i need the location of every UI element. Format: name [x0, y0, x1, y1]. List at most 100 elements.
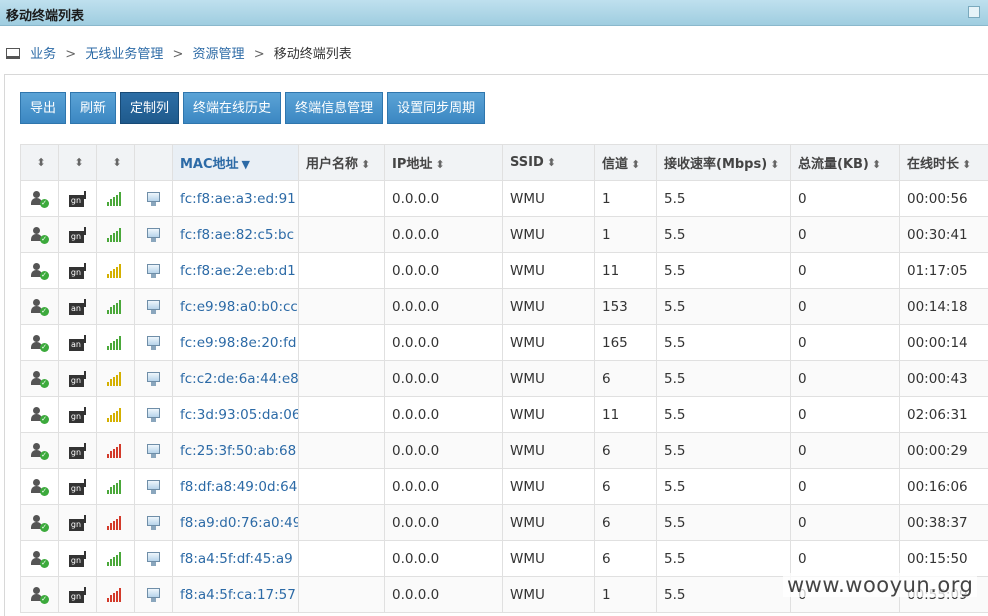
mac-cell[interactable]: fc:e9:98:a0:b0:cc — [172, 288, 299, 325]
mac-cell[interactable]: f8:a4:5f:df:45:a9 — [172, 540, 299, 577]
device-type-cell — [134, 288, 173, 325]
device-type-cell — [134, 216, 173, 253]
signal-cell — [96, 432, 135, 469]
channel-cell: 11 — [594, 396, 657, 433]
signal-strength-icon — [106, 335, 125, 350]
terminal-info-button[interactable]: 终端信息管理 — [285, 92, 384, 124]
mac-cell[interactable]: fc:c2:de:6a:44:e8 — [172, 360, 299, 397]
window-titlebar: 移动终端列表 — [0, 0, 988, 26]
sort-icon: ⬍ — [770, 158, 780, 171]
ssid-cell: WMU — [502, 216, 595, 253]
sort-icon: ⬍ — [74, 156, 84, 169]
username-cell — [298, 432, 385, 469]
customize-columns-button[interactable]: 定制列 — [120, 92, 180, 124]
username-cell — [298, 324, 385, 361]
radio-mode-icon: gn — [68, 550, 87, 567]
mac-cell[interactable]: fc:e9:98:8e:20:fd — [172, 324, 299, 361]
column-header-radio-mode[interactable]: ⬍ — [58, 144, 97, 181]
ssid-cell: WMU — [502, 252, 595, 289]
computer-icon — [6, 48, 20, 59]
table-row[interactable]: ✓ gn f8:a9:d0:76:a0:49 0.0.0.0 WMU 6 5.5 0 00:38… — [20, 504, 988, 541]
table-row[interactable]: ✓ gn fc:f8:ae:82:c5:bc 0.0.0.0 WMU 1 5.5 0 00:30… — [20, 216, 988, 253]
sort-icon: ⬍ — [361, 158, 371, 171]
export-button[interactable]: 导出 — [20, 92, 67, 124]
user-status-cell: ✓ — [20, 324, 59, 361]
radio-mode-cell: an — [58, 288, 97, 325]
terminal-table: ⬍ ⬍ ⬍ MAC地址 ▼ 用户名称 ⬍ IP地址 ⬍ SSID ⬍ 信道 ⬍ 接收速率(… — [20, 144, 988, 613]
online-history-button[interactable]: 终端在线历史 — [183, 92, 282, 124]
device-type-cell — [134, 180, 173, 217]
mac-cell[interactable]: f8:df:a8:49:0d:64 — [172, 468, 299, 505]
channel-cell: 1 — [594, 180, 657, 217]
mac-cell[interactable]: f8:a4:5f:ca:17:57 — [172, 576, 299, 613]
mac-cell[interactable]: fc:f8:ae:2e:eb:d1 — [172, 252, 299, 289]
signal-cell — [96, 288, 135, 325]
traffic-cell: 0 — [790, 396, 900, 433]
mac-cell[interactable]: fc:25:3f:50:ab:68 — [172, 432, 299, 469]
traffic-cell: 0 — [790, 432, 900, 469]
signal-strength-icon — [106, 407, 125, 422]
column-header-signal[interactable]: ⬍ — [96, 144, 135, 181]
breadcrumb-separator: > — [172, 47, 184, 62]
breadcrumb-current: 移动终端列表 — [273, 47, 352, 62]
table-row[interactable]: ✓ gn fc:c2:de:6a:44:e8 0.0.0.0 WMU 6 5.5 0 00:00… — [20, 360, 988, 397]
ssid-cell: WMU — [502, 360, 595, 397]
table-row[interactable]: ✓ gn f8:df:a8:49:0d:64 0.0.0.0 WMU 6 5.5 0 00:16… — [20, 468, 988, 505]
sync-period-button[interactable]: 设置同步周期 — [387, 92, 486, 124]
radio-mode-cell: gn — [58, 576, 97, 613]
ip-cell: 0.0.0.0 — [384, 252, 503, 289]
rate-cell: 5.5 — [656, 504, 791, 541]
mac-cell[interactable]: fc:f8:ae:a3:ed:91 — [172, 180, 299, 217]
username-cell — [298, 576, 385, 613]
column-header-mac[interactable]: MAC地址 ▼ — [172, 144, 299, 181]
computer-icon — [146, 227, 162, 243]
radio-mode-cell: gn — [58, 180, 97, 217]
radio-mode-icon: gn — [68, 586, 87, 603]
column-header-username[interactable]: 用户名称 ⬍ — [298, 144, 385, 181]
table-row[interactable]: ✓ gn f8:a4:5f:df:45:a9 0.0.0.0 WMU 6 5.5 0 00:15… — [20, 540, 988, 577]
sort-icon: ⬍ — [435, 158, 445, 171]
traffic-cell: 0 — [790, 180, 900, 217]
close-icon[interactable] — [968, 6, 980, 18]
breadcrumb-link-resource[interactable]: 资源管理 — [193, 47, 245, 62]
table-row[interactable]: ✓ an fc:e9:98:8e:20:fd 0.0.0.0 WMU 165 5.5 0 00:… — [20, 324, 988, 361]
signal-strength-icon — [106, 479, 125, 494]
ip-cell: 0.0.0.0 — [384, 432, 503, 469]
column-header-user-status[interactable]: ⬍ — [20, 144, 59, 181]
computer-icon — [146, 551, 162, 567]
refresh-button[interactable]: 刷新 — [70, 92, 117, 124]
ssid-cell: WMU — [502, 288, 595, 325]
table-row[interactable]: ✓ an fc:e9:98:a0:b0:cc 0.0.0.0 WMU 153 5.5 0 00:… — [20, 288, 988, 325]
breadcrumb-link-wireless[interactable]: 无线业务管理 — [85, 47, 163, 62]
computer-icon — [146, 335, 162, 351]
table-row[interactable]: ✓ gn fc:3d:93:05:da:06 0.0.0.0 WMU 11 5.5 0 02:0… — [20, 396, 988, 433]
column-header-channel[interactable]: 信道 ⬍ — [594, 144, 657, 181]
ssid-cell: WMU — [502, 180, 595, 217]
column-header-ip[interactable]: IP地址 ⬍ — [384, 144, 503, 181]
column-header-device-type[interactable] — [134, 144, 173, 181]
ip-cell: 0.0.0.0 — [384, 216, 503, 253]
signal-strength-icon — [106, 587, 125, 602]
column-header-duration[interactable]: 在线时长 ⬍ — [899, 144, 988, 181]
sort-icon: ⬍ — [112, 156, 122, 169]
online-user-icon: ✓ — [30, 406, 49, 424]
mac-cell[interactable]: fc:f8:ae:82:c5:bc — [172, 216, 299, 253]
signal-strength-icon — [106, 515, 125, 530]
signal-cell — [96, 540, 135, 577]
column-header-traffic[interactable]: 总流量(KB) ⬍ — [790, 144, 900, 181]
mac-cell[interactable]: f8:a9:d0:76:a0:49 — [172, 504, 299, 541]
table-row[interactable]: ✓ gn fc:f8:ae:a3:ed:91 0.0.0.0 WMU 1 5.5 0 00:00… — [20, 180, 988, 217]
column-header-rate[interactable]: 接收速率(Mbps) ⬍ — [656, 144, 791, 181]
online-user-icon: ✓ — [30, 262, 49, 280]
breadcrumb-link-business[interactable]: 业务 — [30, 47, 56, 62]
duration-cell: 00:38:37 — [899, 504, 988, 541]
toolbar: 导出 刷新 定制列 终端在线历史 终端信息管理 设置同步周期 — [20, 92, 489, 124]
table-row[interactable]: ✓ gn fc:25:3f:50:ab:68 0.0.0.0 WMU 6 5.5 0 00:00… — [20, 432, 988, 469]
mac-cell[interactable]: fc:3d:93:05:da:06 — [172, 396, 299, 433]
channel-cell: 1 — [594, 216, 657, 253]
traffic-cell: 0 — [790, 324, 900, 361]
column-header-ssid[interactable]: SSID ⬍ — [502, 144, 595, 181]
online-user-icon: ✓ — [30, 298, 49, 316]
table-row[interactable]: ✓ gn fc:f8:ae:2e:eb:d1 0.0.0.0 WMU 11 5.5 0 01:1… — [20, 252, 988, 289]
device-type-cell — [134, 432, 173, 469]
